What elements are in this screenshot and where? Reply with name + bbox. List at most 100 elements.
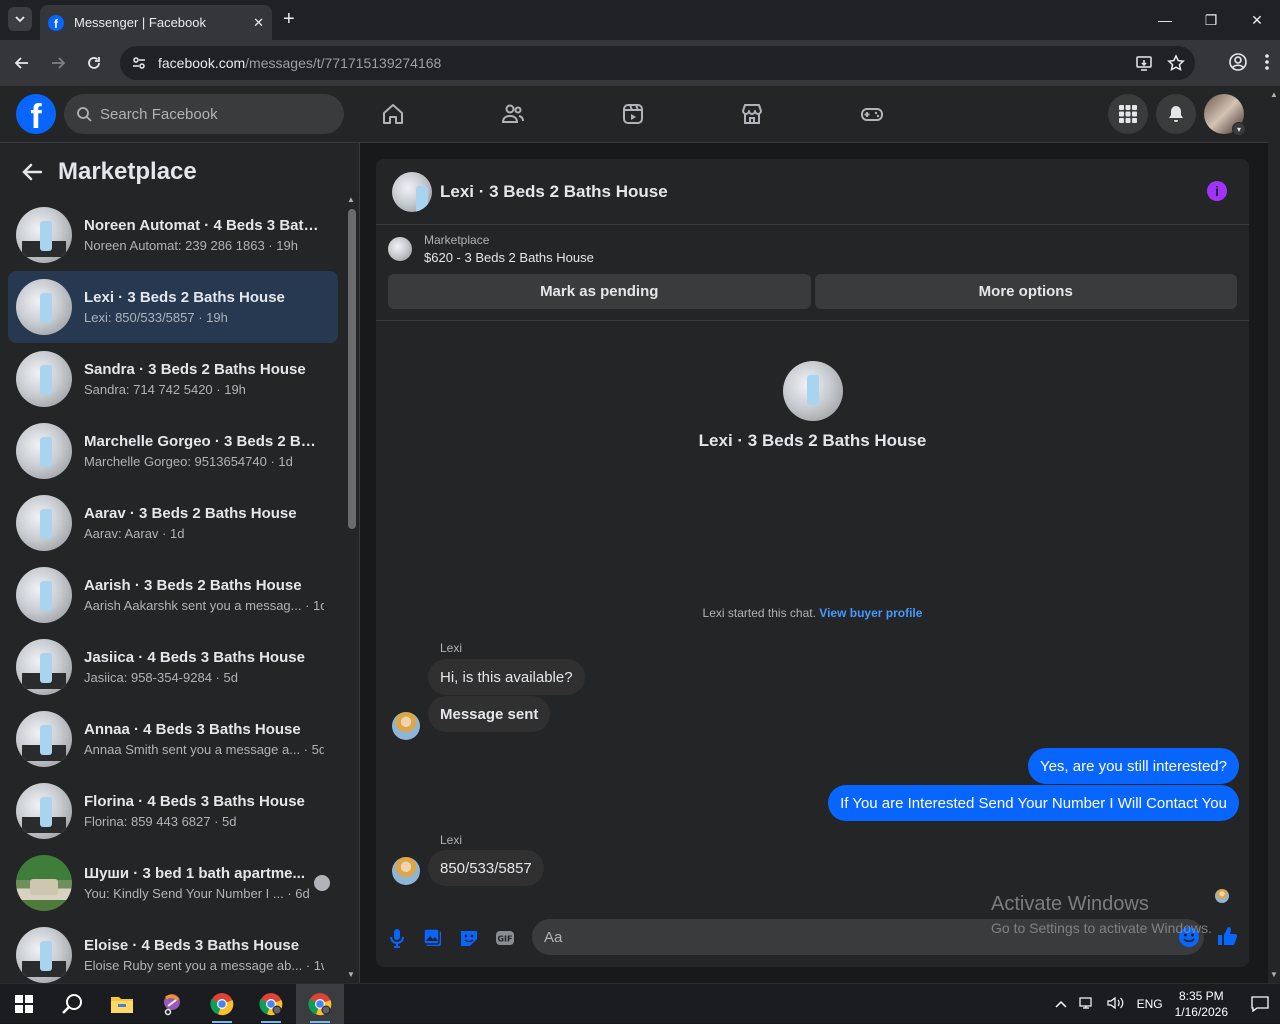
minimize-icon[interactable]: — [1142,0,1188,40]
page-scrollbar[interactable]: ▲ ▼ [1268,86,1280,983]
gif-icon[interactable]: GIF [494,927,516,949]
listing-thumbnail [16,495,72,551]
message-bubble-incoming[interactable]: Message sent [428,696,551,732]
chevron-up-icon[interactable] [1055,997,1067,1011]
chrome-profile-taskbar-icon[interactable] [247,984,295,1024]
sender-avatar[interactable] [392,857,420,885]
listing-thumbnail [16,351,72,407]
conversation-item[interactable]: Marchelle Gorgeo · 3 Beds 2 Bat... Marche… [8,415,338,487]
search-icon [77,107,92,122]
video-icon[interactable] [619,100,647,128]
windows-taskbar: ENG 8:35 PM 1/16/2026 [0,983,1280,1024]
search-box[interactable] [64,94,344,134]
close-window-icon[interactable]: ✕ [1234,0,1280,40]
reload-icon[interactable] [83,52,105,74]
chrome-active-taskbar-icon[interactable] [296,984,344,1024]
sender-name: Lexi [440,641,463,655]
listing-thumbnail [16,711,72,767]
volume-icon[interactable] [1106,996,1125,1013]
conversation-item[interactable]: Lexi · 3 Beds 2 Baths House Lexi: 850/533… [8,271,338,343]
chrome-taskbar-icon[interactable] [198,984,246,1024]
listing-mini-thumbnail [388,237,412,261]
search-icon[interactable] [48,984,96,1024]
conversation-name: Florina · 4 Beds 3 Baths House [84,793,305,810]
photo-icon[interactable] [422,927,444,949]
conversation-item[interactable]: Aarish · 3 Beds 2 Baths House Aarish Aaka… [8,559,338,631]
conversation-item[interactable]: Eloise · 4 Beds 3 Baths House Eloise Ruby… [8,919,338,983]
conversation-item[interactable]: Noreen Automat · 4 Beds 3 Bath... Noreen … [8,199,338,271]
site-settings-icon[interactable] [130,54,148,72]
network-icon[interactable] [1078,996,1095,1013]
marketplace-conversation-pane: Marketplace Noreen Automat · 4 Beds 3 Ba… [0,143,360,983]
address-bar[interactable]: facebook.com/messages/t/771715139274168 [120,46,1195,80]
conversation-name: Eloise · 4 Beds 3 Baths House [84,937,300,954]
install-app-icon[interactable] [1135,54,1153,77]
facebook-favicon-icon: f [48,14,64,31]
snipping-tool-icon[interactable] [148,984,196,1024]
sticker-icon[interactable] [458,927,480,949]
system-clock[interactable]: 8:35 PM 1/16/2026 [1175,988,1228,1020]
gaming-icon[interactable] [858,100,886,128]
scroll-up-icon[interactable]: ▲ [347,195,355,204]
divider [376,320,1249,321]
message-bubble-outgoing[interactable]: Yes, are you still interested? [1027,748,1239,784]
forward-icon[interactable] [47,52,69,74]
url-text: facebook.com/messages/t/771715139274168 [158,55,441,71]
friends-icon[interactable] [499,100,527,128]
notification-center-icon[interactable] [1240,984,1280,1024]
intro-avatar [782,361,843,421]
home-icon[interactable] [379,100,407,128]
menu-grid-button[interactable] [1108,94,1148,134]
conversation-item[interactable]: Florina · 4 Beds 3 Baths House Florina: 8… [8,775,338,847]
facebook-logo-icon[interactable]: f [16,94,56,134]
chevron-down-icon [15,16,25,23]
scroll-up-icon[interactable]: ▲ [1270,90,1278,99]
message-bubble-incoming[interactable]: 850/533/5857 [428,850,544,886]
watermark-subtitle: Go to Settings to activate Windows. [991,920,1212,936]
conversation-item[interactable]: Annaa · 4 Beds 3 Baths House Annaa Smith … [8,703,338,775]
restore-icon[interactable]: ❐ [1188,0,1234,40]
back-arrow-icon[interactable] [20,160,44,184]
close-tab-icon[interactable]: ✕ [253,15,264,31]
window-controls: — ❐ ✕ [1142,0,1280,40]
language-indicator[interactable]: ENG [1137,997,1163,1011]
chat-avatar[interactable] [392,171,432,212]
conversation-item[interactable]: Sandra · 3 Beds 2 Baths House Sandra: 714… [8,343,338,415]
profile-icon[interactable] [1228,52,1248,77]
scroll-down-icon[interactable]: ▼ [347,970,355,979]
url-host: facebook.com [158,55,246,71]
back-icon[interactable] [11,52,33,74]
marketplace-icon[interactable] [738,100,766,128]
facebook-header: f ▾ [0,86,1268,143]
chat-intro: Lexi · 3 Beds 2 Baths House [376,361,1249,451]
more-options-button[interactable]: More options [814,274,1237,309]
listing-summary[interactable]: Marketplace $620 - 3 Beds 2 Baths House [388,233,594,265]
account-avatar[interactable]: ▾ [1204,94,1246,136]
thumbs-up-icon[interactable] [1216,925,1238,947]
menu-kebab-icon[interactable] [1264,52,1270,77]
search-input[interactable] [100,105,320,123]
bookmark-star-icon[interactable] [1167,54,1185,77]
conversation-item[interactable]: Aarav · 3 Beds 2 Baths House Aarav: Aarav… [8,487,338,559]
pane-title: Marketplace [58,158,197,185]
mark-as-pending-button[interactable]: Mark as pending [388,274,811,309]
view-buyer-profile-link[interactable]: View buyer profile [819,606,922,620]
conversation-scrollbar[interactable]: ▲ ▼ [346,193,356,983]
info-icon[interactable]: i [1207,181,1227,201]
microphone-icon[interactable] [386,927,408,949]
scroll-down-icon[interactable]: ▼ [1270,970,1278,979]
message-bubble-incoming[interactable]: Hi, is this available? [428,659,585,695]
conversation-item[interactable]: Шуши · 3 bed 1 bath apartme... You: Kindl… [8,847,338,919]
chat-title[interactable]: Lexi · 3 Beds 2 Baths House [440,182,668,202]
scrollbar-thumb[interactable] [348,209,356,529]
conversation-item[interactable]: Jasiica · 4 Beds 3 Baths House Jasiica: 9… [8,631,338,703]
browser-tab[interactable]: f Messenger | Facebook ✕ [40,5,272,40]
new-tab-button[interactable]: + [283,9,295,29]
windows-start-icon[interactable] [0,984,48,1024]
message-bubble-outgoing[interactable]: If You are Interested Send Your Number I… [828,785,1239,821]
sender-avatar[interactable] [392,712,420,740]
tab-search-button[interactable] [8,7,32,31]
file-explorer-icon[interactable] [98,984,146,1024]
started-text: Lexi started this chat. [702,606,816,620]
notifications-button[interactable] [1156,94,1196,134]
